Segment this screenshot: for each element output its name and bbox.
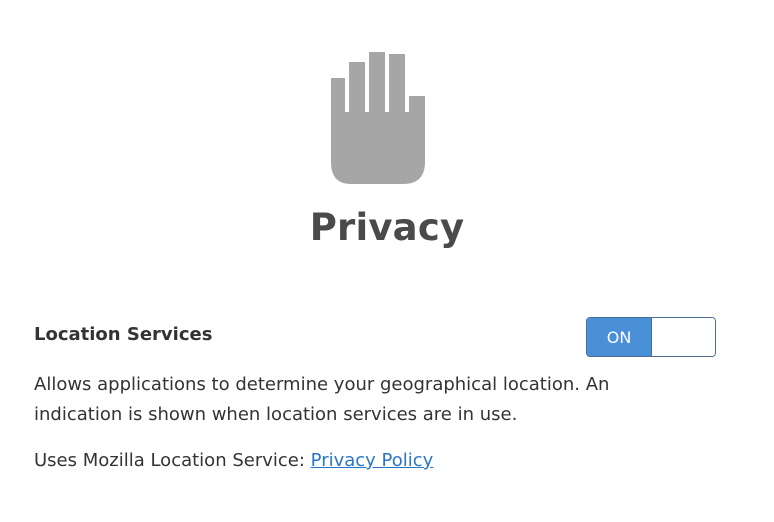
page-title: Privacy: [309, 206, 465, 249]
service-provider-text: Uses Mozilla Location Service:: [34, 450, 305, 471]
location-services-description: Allows applications to determine your ge…: [34, 374, 610, 425]
privacy-policy-link[interactable]: Privacy Policy: [311, 450, 434, 471]
toggle-knob[interactable]: [651, 318, 715, 356]
location-service-provider-line: Uses Mozilla Location Service: Privacy P…: [34, 446, 433, 476]
toggle-on-label: ON: [587, 318, 651, 356]
hand-icon: [331, 52, 425, 184]
location-services-label: Location Services: [34, 324, 213, 345]
location-services-toggle[interactable]: ON: [586, 317, 716, 357]
